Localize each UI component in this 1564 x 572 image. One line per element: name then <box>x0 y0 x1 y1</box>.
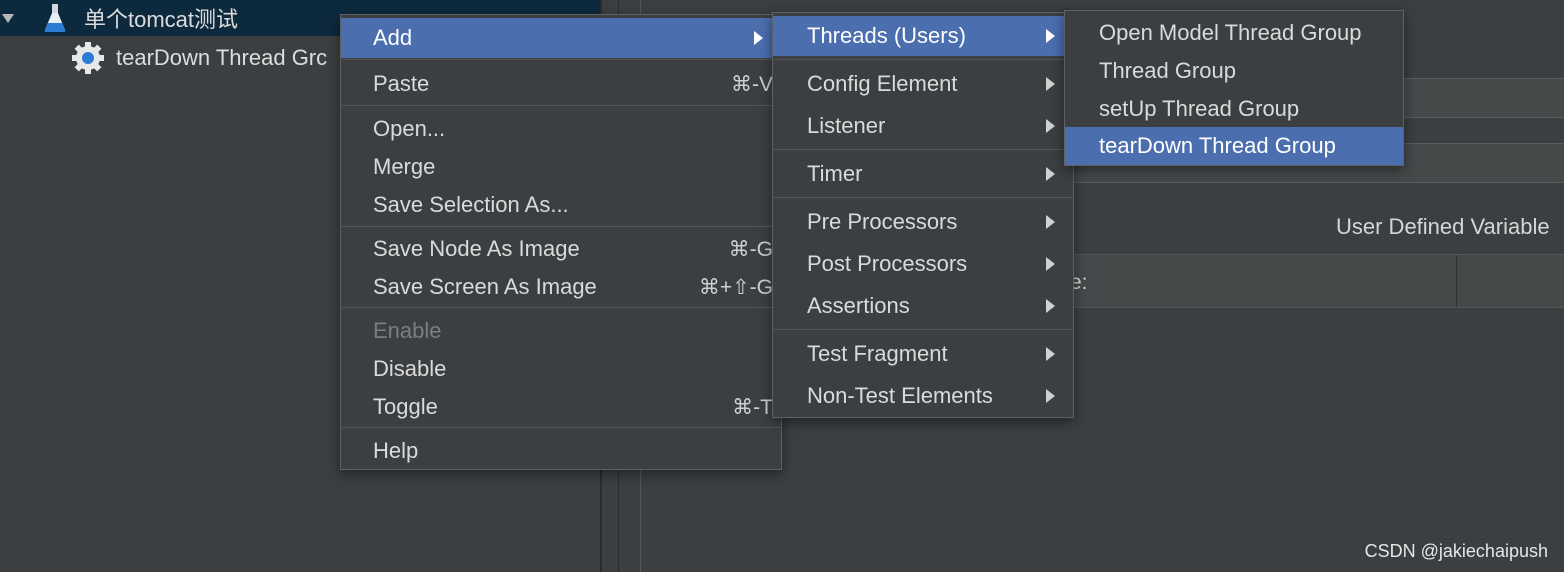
shortcut-label: ⌘-T <box>732 395 773 419</box>
menu-item-open-model-thread-group[interactable]: Open Model Thread Group <box>1065 14 1403 52</box>
menu-item-toggle[interactable]: Toggle ⌘-T <box>341 387 781 427</box>
menu-item-label: Open... <box>373 116 446 141</box>
menu-item-paste[interactable]: Paste ⌘-V <box>341 64 781 104</box>
menu-item-label: Enable <box>373 318 442 343</box>
menu-item-label: Config Element <box>807 71 958 96</box>
menu-separator <box>774 329 1072 330</box>
menu-item-merge[interactable]: Merge <box>341 147 781 187</box>
menu-item-config-element[interactable]: Config Element <box>773 64 1073 104</box>
menu-item-label: Post Processors <box>807 251 968 276</box>
menu-item-label: Save Screen As Image <box>373 274 597 299</box>
menu-separator <box>774 149 1072 150</box>
triangle-right-icon <box>1046 215 1055 229</box>
menu-item-add[interactable]: Add <box>341 18 781 58</box>
triangle-down-icon[interactable] <box>2 13 14 23</box>
menu-item-label: Pre Processors <box>807 209 958 234</box>
triangle-right-icon <box>1046 119 1055 133</box>
menu-item-disable[interactable]: Disable <box>341 349 781 389</box>
variables-table-header: e: <box>1070 254 1564 308</box>
menu-item-assertions[interactable]: Assertions <box>773 286 1073 326</box>
menu-item-non-test-elements[interactable]: Non-Test Elements <box>773 376 1073 416</box>
menu-item-label: Threads (Users) <box>807 23 966 48</box>
menu-item-label: Add <box>373 25 413 50</box>
menu-separator <box>342 226 780 227</box>
menu-item-post-processors[interactable]: Post Processors <box>773 244 1073 284</box>
shortcut-label: ⌘+⇧-G <box>698 275 773 299</box>
menu-item-label: Paste <box>373 71 430 96</box>
triangle-right-icon <box>1046 167 1055 181</box>
add-submenu: Threads (Users) Config Element Listener … <box>772 12 1074 418</box>
menu-item-label: Non-Test Elements <box>807 383 993 408</box>
menu-item-threads-users[interactable]: Threads (Users) <box>773 16 1073 56</box>
tree-node-label: 单个tomcat测试 <box>84 7 239 32</box>
menu-separator <box>774 59 1072 60</box>
menu-item-label: Listener <box>807 113 886 138</box>
menu-item-help[interactable]: Help <box>341 431 781 471</box>
threads-submenu: Open Model Thread Group Thread Group set… <box>1064 10 1404 166</box>
menu-item-teardown-thread-group[interactable]: tearDown Thread Group <box>1065 127 1403 165</box>
flask-icon <box>42 3 68 33</box>
menu-separator <box>774 197 1072 198</box>
shortcut-label: ⌘-G <box>728 237 773 261</box>
menu-item-label: Toggle <box>373 394 438 419</box>
triangle-right-icon <box>754 31 763 45</box>
tree-node-teardown-thread-group[interactable]: tearDown Thread Grc <box>0 40 345 76</box>
menu-item-save-screen-as-image[interactable]: Save Screen As Image ⌘+⇧-G <box>341 267 781 307</box>
menu-separator <box>342 59 780 60</box>
menu-item-timer[interactable]: Timer <box>773 154 1073 194</box>
menu-item-save-selection-as[interactable]: Save Selection As... <box>341 185 781 225</box>
triangle-right-icon <box>1046 257 1055 271</box>
column-divider[interactable] <box>1456 255 1457 307</box>
menu-item-open[interactable]: Open... <box>341 109 781 149</box>
menu-item-label: Save Selection As... <box>373 192 569 217</box>
triangle-right-icon <box>1046 29 1055 43</box>
menu-item-label: setUp Thread Group <box>1099 96 1300 121</box>
triangle-right-icon <box>1046 299 1055 313</box>
menu-separator <box>342 307 780 308</box>
shortcut-label: ⌘-V <box>731 72 773 96</box>
tree-node-label: tearDown Thread Grc <box>116 45 328 70</box>
menu-item-label: Disable <box>373 356 447 381</box>
context-menu: Add Paste ⌘-V Open... Merge Save Selecti… <box>340 14 782 470</box>
menu-item-label: Save Node As Image <box>373 236 580 261</box>
watermark: CSDN @jakiechaipush <box>1364 541 1548 561</box>
menu-item-label: Merge <box>373 154 436 179</box>
user-defined-variables-label: User Defined Variable <box>1336 214 1550 239</box>
menu-item-label: Timer <box>807 161 863 186</box>
menu-item-test-fragment[interactable]: Test Fragment <box>773 334 1073 374</box>
menu-item-enable: Enable <box>341 311 781 351</box>
triangle-right-icon <box>1046 389 1055 403</box>
gear-icon <box>70 40 106 76</box>
menu-item-label: Thread Group <box>1099 58 1236 83</box>
triangle-right-icon <box>1046 77 1055 91</box>
menu-separator <box>342 427 780 428</box>
menu-item-label: tearDown Thread Group <box>1099 133 1336 158</box>
menu-item-label: Help <box>373 438 419 463</box>
menu-item-thread-group[interactable]: Thread Group <box>1065 52 1403 90</box>
menu-item-setup-thread-group[interactable]: setUp Thread Group <box>1065 90 1403 128</box>
menu-item-listener[interactable]: Listener <box>773 106 1073 146</box>
menu-item-label: Test Fragment <box>807 341 948 366</box>
menu-item-save-node-as-image[interactable]: Save Node As Image ⌘-G <box>341 229 781 269</box>
menu-item-label: Assertions <box>807 293 910 318</box>
triangle-right-icon <box>1046 347 1055 361</box>
menu-item-label: Open Model Thread Group <box>1099 20 1362 45</box>
menu-separator <box>342 105 780 106</box>
menu-item-pre-processors[interactable]: Pre Processors <box>773 202 1073 242</box>
